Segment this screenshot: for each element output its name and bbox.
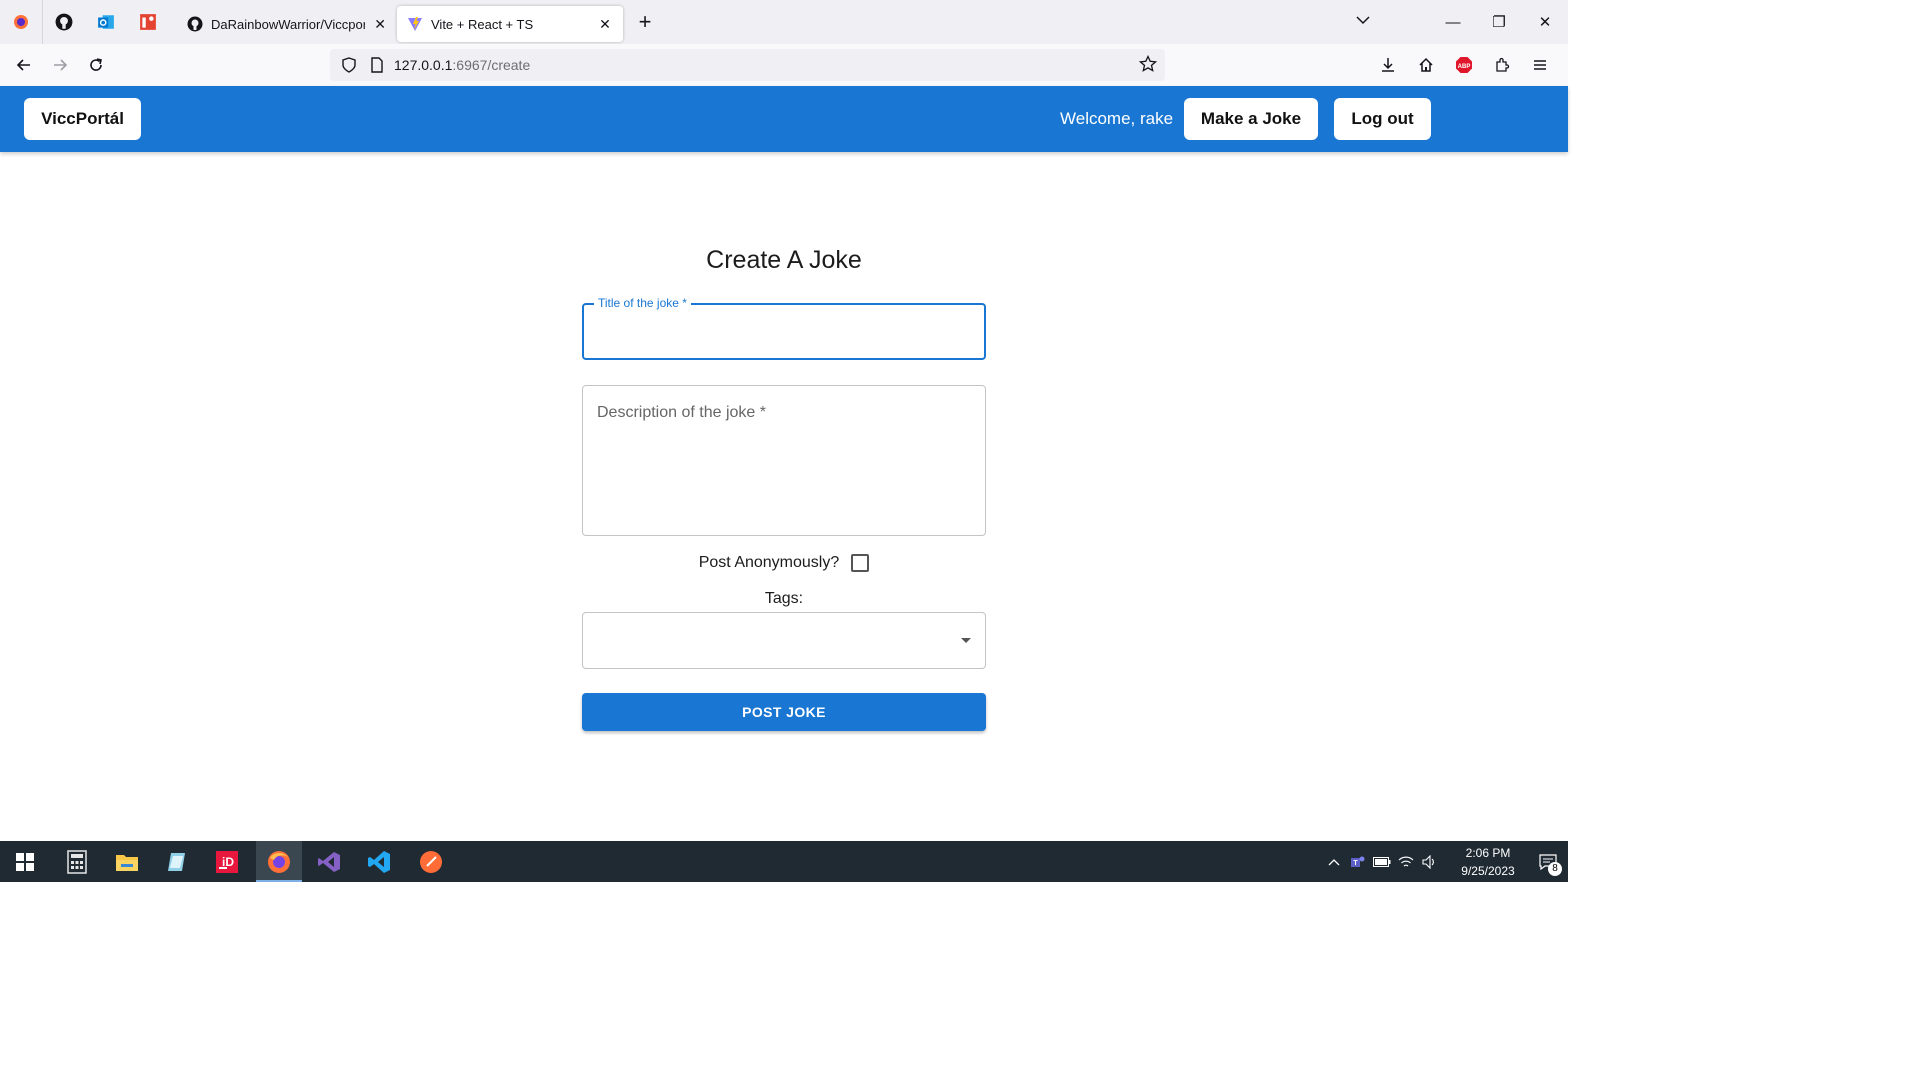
github-icon[interactable] (43, 0, 85, 44)
tab-title: Vite + React + TS (431, 16, 534, 32)
joke-description-field[interactable]: Description of the joke * (582, 385, 986, 536)
restore-icon[interactable]: ❐ (1476, 13, 1522, 31)
back-icon[interactable] (6, 49, 42, 81)
toolbar-right: ABP (1370, 49, 1558, 81)
reload-icon[interactable] (78, 49, 114, 81)
svg-text:T: T (1353, 860, 1358, 867)
clock-date: 9/25/2023 (1461, 863, 1515, 878)
github-icon (187, 16, 203, 32)
url-bar[interactable]: 127.0.0.1:6967/create (330, 49, 1165, 81)
clock-time: 2:06 PM (1465, 845, 1511, 860)
vscode-icon[interactable] (356, 841, 402, 882)
extensions-icon[interactable] (1484, 49, 1520, 81)
url-path: :6967/create (452, 57, 531, 73)
svg-text:ABP: ABP (1458, 64, 1471, 70)
taskbar: iD T 2:06 PM 9/25/2023 8 (0, 841, 1568, 882)
tags-label: Tags: (764, 590, 804, 607)
page-icon[interactable] (366, 54, 388, 76)
svg-text:iD: iD (222, 855, 234, 869)
shield-icon[interactable] (338, 54, 360, 76)
postman-icon[interactable] (408, 841, 454, 882)
anonymous-row: Post Anonymously? (582, 554, 986, 572)
notification-center-icon[interactable]: 8 (1528, 841, 1568, 882)
logout-button[interactable]: Log out (1334, 98, 1431, 140)
list-all-tabs-icon[interactable] (1356, 12, 1370, 28)
tasks-icon[interactable] (127, 0, 169, 44)
tab-title: DaRainbowWarrior/ViccportalS (211, 16, 366, 32)
battery-icon[interactable] (1370, 841, 1394, 882)
notification-count: 8 (1548, 862, 1562, 876)
menu-icon[interactable] (1522, 49, 1558, 81)
notepad-icon[interactable] (154, 841, 200, 882)
bookmark-star-icon[interactable] (1138, 54, 1158, 78)
window-controls: — ❐ ✕ (1430, 0, 1568, 44)
vite-icon (407, 16, 423, 32)
teams-icon[interactable]: T (1346, 841, 1370, 882)
page-title: Create A Joke (706, 246, 862, 274)
joke-title-label: Title of the joke * (594, 296, 691, 310)
new-tab-button[interactable]: + (627, 4, 663, 40)
adblock-icon[interactable]: ABP (1446, 49, 1482, 81)
outlook-icon[interactable] (85, 0, 127, 44)
make-joke-button[interactable]: Make a Joke (1184, 98, 1318, 140)
tab-vite[interactable]: Vite + React + TS ✕ (397, 6, 623, 42)
minimize-icon[interactable]: — (1430, 14, 1476, 31)
close-window-icon[interactable]: ✕ (1522, 13, 1568, 31)
calculator-icon[interactable] (54, 841, 100, 882)
windows-start-icon[interactable] (2, 841, 48, 882)
downloads-icon[interactable] (1370, 49, 1406, 81)
wifi-icon[interactable] (1394, 841, 1418, 882)
system-tray: T 2:06 PM 9/25/2023 8 (1322, 841, 1568, 882)
anonymous-checkbox[interactable] (851, 554, 870, 572)
chevron-up-icon[interactable] (1322, 841, 1346, 882)
anonymous-label: Post Anonymously? (698, 554, 840, 571)
browser-navbar: 127.0.0.1:6967/create ABP (0, 44, 1568, 86)
home-icon[interactable] (1408, 49, 1444, 81)
close-tab-icon[interactable]: ✕ (597, 16, 613, 33)
visual-studio-icon[interactable] (306, 841, 352, 882)
volume-icon[interactable] (1418, 841, 1442, 882)
firefox-view-icon[interactable] (0, 0, 42, 44)
app-header: ViccPortál Welcome, rake Make a Joke Log… (0, 86, 1568, 152)
pinned-tabs (0, 0, 169, 44)
forward-icon[interactable] (42, 49, 78, 81)
dropdown-arrow-icon (961, 638, 971, 643)
joke-title-field[interactable]: Title of the joke * (582, 296, 986, 360)
joke-description-placeholder: Description of the joke * (597, 404, 766, 421)
tags-select[interactable] (582, 612, 986, 669)
browser-tab-strip: DaRainbowWarrior/ViccportalS ✕ Vite + Re… (0, 0, 1568, 44)
brand-button[interactable]: ViccPortál (24, 98, 141, 140)
intellij-icon[interactable]: iD (204, 841, 250, 882)
firefox-icon[interactable] (256, 841, 302, 882)
post-joke-button[interactable]: POST JOKE (582, 693, 986, 731)
url-host: 127.0.0.1 (394, 57, 453, 73)
tab-github[interactable]: DaRainbowWarrior/ViccportalS ✕ (177, 6, 397, 42)
close-tab-icon[interactable]: ✕ (373, 16, 387, 33)
welcome-text: Welcome, rake (1060, 109, 1174, 128)
clock[interactable]: 2:06 PM 9/25/2023 (1448, 844, 1528, 880)
file-explorer-icon[interactable] (104, 841, 150, 882)
